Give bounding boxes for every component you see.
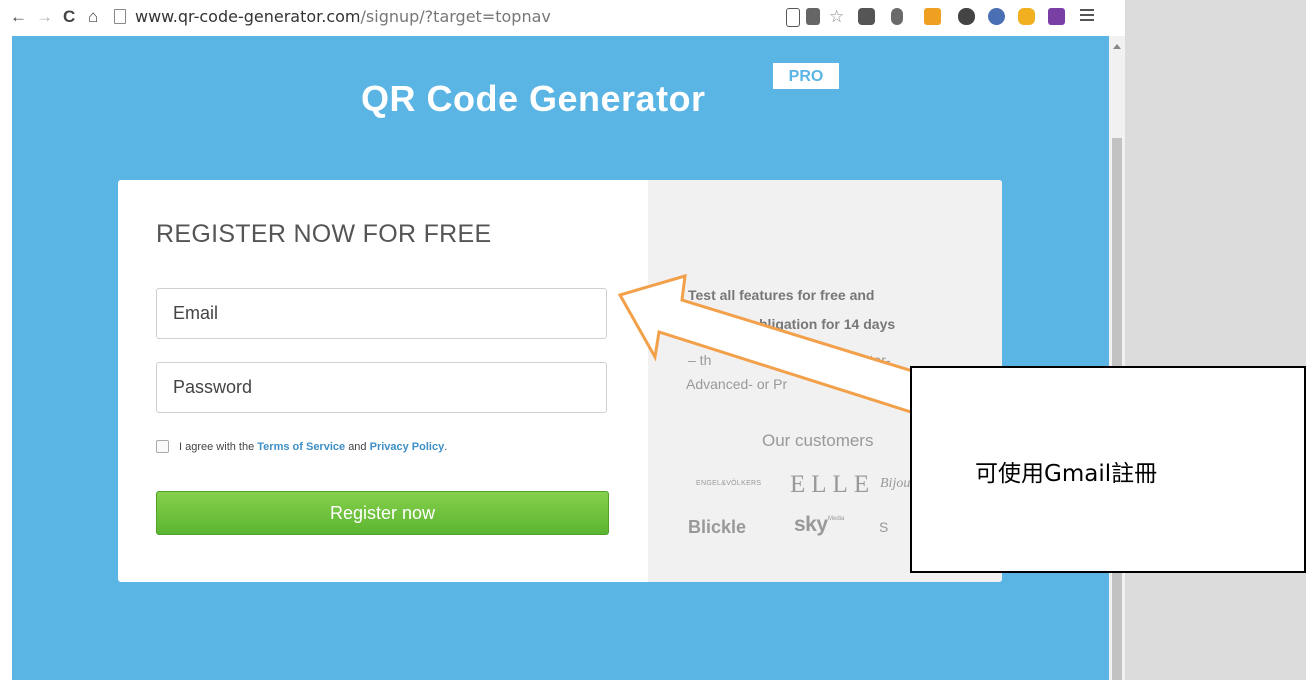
home-icon[interactable]: ⌂ — [88, 7, 98, 27]
promo-line-3: – th Free, Starter-, — [688, 352, 895, 368]
url-path: /signup/?target=topnav — [360, 7, 551, 26]
password-field[interactable]: Password — [156, 362, 607, 413]
register-card: REGISTER NOW FOR FREE Email Password I a… — [118, 180, 1002, 582]
chrome-icon[interactable] — [988, 8, 1005, 25]
search-ext-icon[interactable] — [1018, 8, 1035, 25]
star-icon[interactable]: ☆ — [829, 8, 846, 25]
onenote-icon[interactable] — [1048, 8, 1065, 25]
engel-voelkers-logo: ENGEL&VÖLKERS — [696, 480, 762, 487]
page-title: QR Code Generator — [361, 78, 706, 119]
forward-icon[interactable]: → — [36, 7, 53, 27]
email-field[interactable]: Email — [156, 288, 607, 339]
blickle-logo: Blickle — [688, 517, 747, 537]
customers-label: Our customers — [762, 431, 874, 450]
terms-agreement: I agree with the Terms of Service and Pr… — [156, 440, 447, 453]
window-edge — [0, 0, 12, 680]
script-logo: Bijou — [880, 476, 911, 491]
vpn-icon[interactable] — [924, 8, 941, 25]
promo-line-4: Advanced- or Pr — [686, 376, 788, 392]
privacy-link[interactable]: Privacy Policy — [370, 441, 445, 453]
page-icon — [114, 9, 126, 24]
promo-line-1: Test all features for free and — [688, 287, 875, 303]
annotation-text: 可使用Gmail註冊 — [975, 461, 1158, 487]
browser-toolbar: ← → C ⌂ www.qr-code-generator.com/signup… — [0, 0, 1106, 36]
s-logo: S — [879, 519, 889, 535]
translate-icon[interactable] — [806, 8, 820, 25]
promo-line-2: bligation for 14 days — [759, 316, 896, 332]
pocket-icon[interactable] — [858, 8, 875, 25]
elle-logo: ELLE — [790, 471, 876, 498]
free-plan-link[interactable]: Free — [807, 352, 836, 368]
music-icon[interactable] — [958, 8, 975, 25]
terms-link[interactable]: Terms of Service — [257, 441, 345, 453]
address-bar[interactable]: www.qr-code-generator.com/signup/?target… — [135, 6, 645, 28]
hamburger-menu-icon[interactable] — [1080, 9, 1094, 11]
agree-suffix: . — [444, 440, 448, 453]
agree-checkbox[interactable] — [156, 440, 169, 453]
sky-logo: sky — [794, 513, 828, 536]
register-heading: REGISTER NOW FOR FREE — [156, 220, 492, 248]
desktop-background — [1125, 0, 1306, 680]
register-button[interactable]: Register now — [156, 491, 609, 535]
back-icon[interactable]: ← — [10, 7, 27, 27]
reload-icon[interactable]: C — [63, 7, 75, 27]
feather-icon[interactable] — [891, 8, 903, 25]
promo-line-3-pre: – th — [688, 352, 712, 368]
agree-prefix: I agree with the — [179, 440, 255, 453]
promo-line-3-post: , Starter-, — [836, 352, 895, 368]
bookmark-icon[interactable] — [786, 8, 800, 27]
url-host: www.qr-code-generator.com — [135, 7, 361, 26]
scroll-up-icon[interactable] — [1113, 44, 1121, 49]
agree-and: and — [348, 440, 367, 453]
sky-media-label: Media — [828, 516, 845, 522]
pro-badge: PRO — [773, 63, 839, 89]
